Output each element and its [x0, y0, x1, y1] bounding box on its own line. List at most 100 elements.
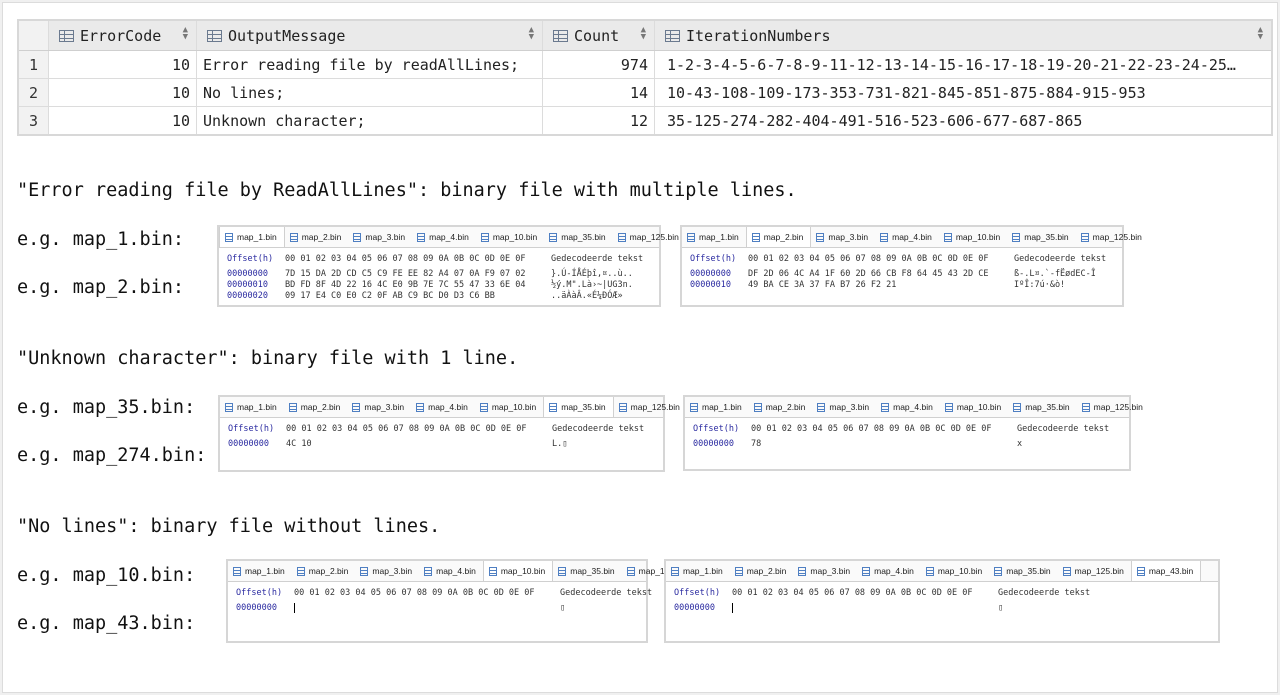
hex-bytes-text: DF 2D 06 4C A4 1F 60 2D 66 CB F8 64 45 4…: [748, 269, 989, 279]
file-tab[interactable]: map_4.bin: [876, 397, 940, 417]
file-tab[interactable]: map_10.bin: [475, 397, 543, 417]
hex-offset: 00000000: [228, 439, 269, 449]
iterationnumbers-cell[interactable]: 1-2-3-4-5-6-7-8-9-11-12-13-14-15-16-17-1…: [655, 51, 1271, 78]
file-tab[interactable]: map_10.bin: [482, 561, 554, 581]
section-heading-unknown-character: "Unknown character": binary file with 1 …: [17, 348, 519, 369]
hex-bytes[interactable]: 49 BA CE 3A 37 FA B7 26 F2 21: [748, 280, 1014, 291]
file-icon: [352, 402, 361, 412]
column-header-errorcode[interactable]: ErrorCode ▲ ▼: [49, 21, 197, 50]
table-row[interactable]: 2 10 No lines; 14 10-43-108-109-173-353-…: [19, 79, 1271, 107]
file-tab[interactable]: map_2.bin: [285, 227, 349, 247]
file-tab[interactable]: map_10.bin: [939, 227, 1007, 247]
file-tab[interactable]: map_3.bin: [348, 227, 412, 247]
count-cell[interactable]: 974: [543, 51, 655, 78]
file-tab[interactable]: map_4.bin: [412, 227, 476, 247]
file-tab[interactable]: map_3.bin: [812, 397, 876, 417]
hex-line[interactable]: 00000000 ▯: [228, 603, 646, 614]
iterationnumbers-cell[interactable]: 10-43-108-109-173-353-731-821-845-851-87…: [655, 79, 1271, 106]
file-tab[interactable]: map_3.bin: [811, 227, 875, 247]
file-tab[interactable]: map_4.bin: [857, 561, 921, 581]
file-tab[interactable]: map_10.bin: [940, 397, 1008, 417]
outputmessage-cell[interactable]: No lines;: [197, 79, 543, 106]
hex-line[interactable]: 00000000 4C 10 L.▯: [220, 439, 663, 450]
file-tab[interactable]: map_1.bin: [220, 397, 284, 417]
sort-icon[interactable]: ▲ ▼: [183, 26, 188, 42]
table-row[interactable]: 3 10 Unknown character; 12 35-125-274-28…: [19, 107, 1271, 134]
file-tab[interactable]: map_1.bin: [666, 561, 730, 581]
file-icon: [549, 232, 558, 242]
column-header-count[interactable]: Count ▲ ▼: [543, 21, 655, 50]
column-header-iterationnumbers[interactable]: IterationNumbers ▲ ▼: [655, 21, 1271, 50]
file-tab[interactable]: map_1.bin: [685, 397, 749, 417]
file-tab[interactable]: map_1.bin: [219, 227, 285, 247]
file-tab[interactable]: map_35.bin: [543, 397, 614, 417]
file-tab[interactable]: map_125.bin: [1058, 561, 1131, 581]
file-icon: [880, 232, 889, 242]
file-tab[interactable]: map_10.bin: [476, 227, 544, 247]
file-icon: [751, 232, 760, 242]
hex-bytes[interactable]: 09 17 E4 C0 E0 C2 0F AB C9 BC D0 D3 C6 B…: [285, 291, 551, 302]
errorcode-cell[interactable]: 10: [49, 79, 197, 106]
hex-line[interactable]: 00000000 78 x: [685, 439, 1129, 450]
file-tab[interactable]: map_125.bin: [613, 227, 686, 247]
sort-icon[interactable]: ▲ ▼: [529, 26, 534, 42]
file-tab[interactable]: map_2.bin: [284, 397, 348, 417]
outputmessage-cell[interactable]: Error reading file by readAllLines;: [197, 51, 543, 78]
file-tab[interactable]: map_2.bin: [730, 561, 794, 581]
sort-icon[interactable]: ▲ ▼: [641, 26, 646, 42]
file-tab[interactable]: map_2.bin: [745, 227, 812, 247]
file-tab[interactable]: map_35.bin: [544, 227, 612, 247]
file-tab[interactable]: map_125.bin: [614, 397, 687, 417]
file-tab[interactable]: map_2.bin: [292, 561, 356, 581]
file-icon: [479, 402, 488, 412]
hex-bytes-text: BD FD 8F 4D 22 16 4C E0 9B 7E 7C 55 47 3…: [285, 280, 526, 290]
hex-bytes[interactable]: BD FD 8F 4D 22 16 4C E0 9B 7E 7C 55 47 3…: [285, 280, 551, 291]
hex-bytes[interactable]: 7D 15 DA 2D CD C5 C9 FE EE 82 A4 07 0A F…: [285, 269, 551, 280]
column-header-outputmessage[interactable]: OutputMessage ▲ ▼: [197, 21, 543, 50]
iterationnumbers-cell[interactable]: 35-125-274-282-404-491-516-523-606-677-6…: [655, 107, 1271, 134]
file-tab[interactable]: map_35.bin: [553, 561, 621, 581]
errorcode-cell[interactable]: 10: [49, 51, 197, 78]
file-tab[interactable]: map_3.bin: [793, 561, 857, 581]
file-tab-label: map_10.bin: [955, 232, 1001, 242]
hex-decoded-text: IºÎ:7ú·&ò!: [1014, 280, 1066, 290]
hex-offset: 00000000: [690, 269, 731, 279]
hex-line[interactable]: 00000010 49 BA CE 3A 37 FA B7 26 F2 21 IºÎ…: [682, 280, 1122, 291]
sort-icon[interactable]: ▲ ▼: [1258, 26, 1263, 42]
outputmessage-cell[interactable]: Unknown character;: [197, 107, 543, 134]
file-tab[interactable]: map_1.bin: [682, 227, 746, 247]
hex-bytes[interactable]: DF 2D 06 4C A4 1F 60 2D 66 CB F8 64 45 4…: [748, 269, 1014, 280]
file-tab-label: map_35.bin: [1006, 566, 1051, 576]
hex-bytes[interactable]: [732, 603, 998, 614]
file-tab-label: map_3.bin: [828, 232, 869, 242]
file-tab-label: map_10.bin: [937, 566, 983, 576]
hex-bytes[interactable]: 4C 10: [286, 439, 552, 450]
count-cell[interactable]: 12: [543, 107, 655, 134]
table-row[interactable]: 1 10 Error reading file by readAllLines;…: [19, 51, 1271, 79]
file-tab[interactable]: map_3.bin: [347, 397, 411, 417]
hex-bytes[interactable]: 78: [751, 439, 1017, 450]
file-tab[interactable]: map_35.bin: [1007, 227, 1075, 247]
file-tab[interactable]: map_4.bin: [875, 227, 939, 247]
file-tab[interactable]: map_35.bin: [989, 561, 1057, 581]
file-tab[interactable]: map_4.bin: [419, 561, 483, 581]
hex-line[interactable]: 00000000 DF 2D 06 4C A4 1F 60 2D 66 CB F8…: [682, 269, 1122, 280]
count-cell[interactable]: 14: [543, 79, 655, 106]
file-tab[interactable]: map_2.bin: [749, 397, 813, 417]
file-tab[interactable]: map_3.bin: [355, 561, 419, 581]
file-tab[interactable]: map_43.bin: [1130, 561, 1202, 581]
file-tab[interactable]: map_125.bin: [1077, 397, 1150, 417]
file-tab[interactable]: map_125.bin: [1076, 227, 1149, 247]
hex-line[interactable]: 00000000 7D 15 DA 2D CD C5 C9 FE EE 82 A4…: [219, 269, 659, 280]
hex-line[interactable]: 00000010 BD FD 8F 4D 22 16 4C E0 9B 7E 7C…: [219, 280, 659, 291]
hex-line[interactable]: 00000000 ▯: [666, 603, 1218, 614]
errorcode-cell[interactable]: 10: [49, 107, 197, 134]
file-icon: [798, 566, 807, 576]
file-tab[interactable]: map_1.bin: [228, 561, 292, 581]
hex-line[interactable]: 00000020 09 17 E4 C0 E0 C2 0F AB C9 BC D0…: [219, 291, 659, 302]
hex-bytes[interactable]: [294, 603, 560, 614]
file-icon: [225, 232, 233, 242]
file-tab[interactable]: map_4.bin: [411, 397, 475, 417]
file-tab[interactable]: map_10.bin: [921, 561, 989, 581]
file-tab[interactable]: map_35.bin: [1008, 397, 1076, 417]
